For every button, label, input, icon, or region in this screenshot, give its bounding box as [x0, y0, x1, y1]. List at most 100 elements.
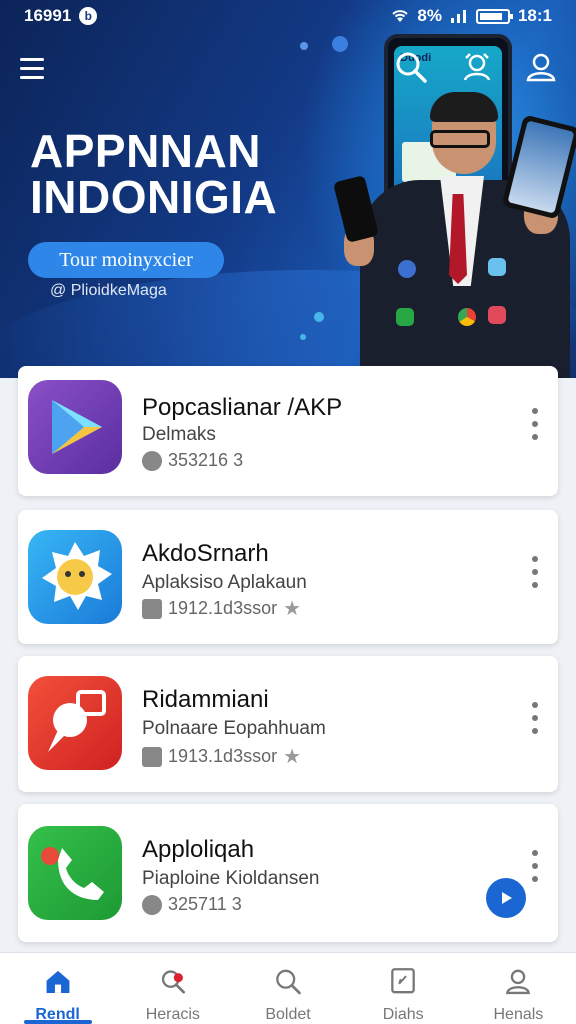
- person-glasses: [430, 130, 490, 148]
- nav-label: Boldet: [265, 1006, 311, 1023]
- app-title: Popcaslianar /AKP: [142, 394, 343, 421]
- list-item[interactable]: Ridammiani Polnaare Eopahhuam 1913.1d3ss…: [18, 656, 558, 792]
- menu-button[interactable]: [20, 52, 52, 84]
- document-icon: [391, 968, 416, 994]
- status-clock: 18:1: [517, 6, 552, 25]
- status-bar: 16991 b 8% 18:1: [0, 0, 576, 32]
- hero-title: APPNNAN INDONIGIA: [30, 128, 330, 220]
- play-store-icon: [28, 380, 122, 474]
- list-item[interactable]: AkdoSrnarh Aplaksiso Aplakaun 1912.1d3ss…: [18, 510, 558, 644]
- app-meta-text: 325711 3: [168, 894, 242, 914]
- profile-icon[interactable]: [524, 50, 558, 84]
- phone-call-icon: [28, 826, 122, 920]
- signal-bars-icon: [450, 10, 466, 23]
- hamburger-line: [20, 66, 44, 70]
- chat-pin: [48, 690, 106, 752]
- phone-handset: [41, 847, 104, 900]
- app-icon-mini: [458, 308, 476, 326]
- chat-pin-icon: [28, 676, 122, 770]
- app-meta: 1913.1d3ssor ★: [142, 744, 301, 769]
- list-item[interactable]: Apploliqah Piaploine Kioldansen 325711 3: [18, 804, 558, 942]
- nav-label: Heracis: [145, 1006, 200, 1023]
- decor-dot: [300, 334, 306, 340]
- play-button[interactable]: [486, 878, 526, 918]
- status-time-left: 16991: [24, 6, 72, 25]
- app-icon-mini: [398, 260, 416, 278]
- account-icon: [506, 969, 531, 995]
- app-subtitle: Piaploine Kioldansen: [142, 868, 320, 889]
- hero-title-line1: APPNNAN: [30, 125, 261, 177]
- status-left: 16991 b: [24, 6, 98, 26]
- install-icon: [142, 598, 162, 619]
- dot: [532, 556, 538, 562]
- hamburger-line: [20, 75, 44, 79]
- play-triangle: [52, 400, 102, 454]
- download-icon: [142, 894, 162, 915]
- nav-item-boldet[interactable]: Boldet: [230, 953, 345, 1024]
- app-subtitle: Aplaksiso Aplakaun: [142, 572, 307, 593]
- hamburger-icon: [20, 57, 44, 61]
- app-icon-mini: [396, 308, 414, 326]
- dot: [532, 863, 538, 869]
- hero-title-line2: INDONIGIA: [30, 171, 278, 223]
- hero-credit: @ PlioidkeMaga: [50, 282, 167, 299]
- app-meta-text: 353216 3: [168, 450, 244, 470]
- dot: [532, 408, 538, 414]
- decor-dot: [314, 312, 324, 322]
- app-subtitle: Delmaks: [142, 424, 216, 445]
- signal-text: 8%: [417, 6, 442, 25]
- search-badge-icon: [161, 970, 185, 994]
- home-icon: [46, 970, 70, 993]
- dot: [532, 876, 538, 882]
- more-options-button[interactable]: [530, 850, 540, 882]
- app-title: Apploliqah: [142, 836, 255, 863]
- more-options-button[interactable]: [530, 408, 540, 440]
- dot: [532, 728, 538, 734]
- star-icon: ★: [283, 598, 302, 620]
- app-toolbar: [0, 40, 576, 96]
- nav-item-home[interactable]: Rendl: [0, 953, 115, 1024]
- nav-active-indicator: [23, 1020, 92, 1024]
- battery-icon: [475, 8, 513, 24]
- app-meta-text: 1912.1d3ssor: [168, 598, 278, 618]
- app-meta: 1912.1d3ssor ★: [142, 596, 301, 621]
- app-meta: 325711 3: [142, 894, 242, 915]
- notification-icon: b: [79, 7, 98, 25]
- user-circle-icon[interactable]: [460, 50, 494, 84]
- app-icon-mini: [488, 306, 506, 324]
- wifi-icon: [392, 10, 409, 22]
- app-meta: 353216 3: [142, 450, 243, 471]
- dot: [532, 582, 538, 588]
- app-meta-text: 1913.1d3ssor: [168, 746, 278, 766]
- dot: [532, 421, 538, 427]
- app-subtitle: Polnaare Eopahhuam: [142, 718, 326, 739]
- hero-cta-button[interactable]: Tour moinyxcier: [28, 242, 224, 278]
- sun-face: [42, 542, 112, 610]
- star-icon: ★: [283, 746, 302, 768]
- app-title: Ridammiani: [142, 686, 269, 713]
- nav-item-diahs[interactable]: Diahs: [346, 953, 461, 1024]
- sun-face-icon: [28, 530, 122, 624]
- dot: [532, 569, 538, 575]
- search-icon: [276, 969, 301, 995]
- person-hair: [430, 92, 498, 122]
- dot: [532, 702, 538, 708]
- nav-item-heracis[interactable]: Heracis: [115, 953, 230, 1024]
- dot: [532, 434, 538, 440]
- more-options-button[interactable]: [530, 556, 540, 588]
- status-right: 8% 18:1: [391, 6, 552, 26]
- dot: [532, 850, 538, 856]
- nav-label: Diahs: [382, 1006, 424, 1023]
- search-icon[interactable]: [394, 50, 428, 84]
- install-icon: [142, 746, 162, 767]
- more-options-button[interactable]: [530, 702, 540, 734]
- app-icon-mini: [488, 258, 506, 276]
- nav-item-henals[interactable]: Henals: [461, 953, 576, 1024]
- list-item[interactable]: Popcaslianar /AKP Delmaks 353216 3: [18, 366, 558, 496]
- download-icon: [142, 450, 162, 471]
- nav-label: Henals: [493, 1006, 544, 1023]
- app-title: AkdoSrnarh: [142, 540, 269, 567]
- play-icon: [502, 892, 512, 904]
- dot: [532, 715, 538, 721]
- bottom-navigation: Rendl Heracis Boldet Diahs Henals: [0, 952, 576, 1024]
